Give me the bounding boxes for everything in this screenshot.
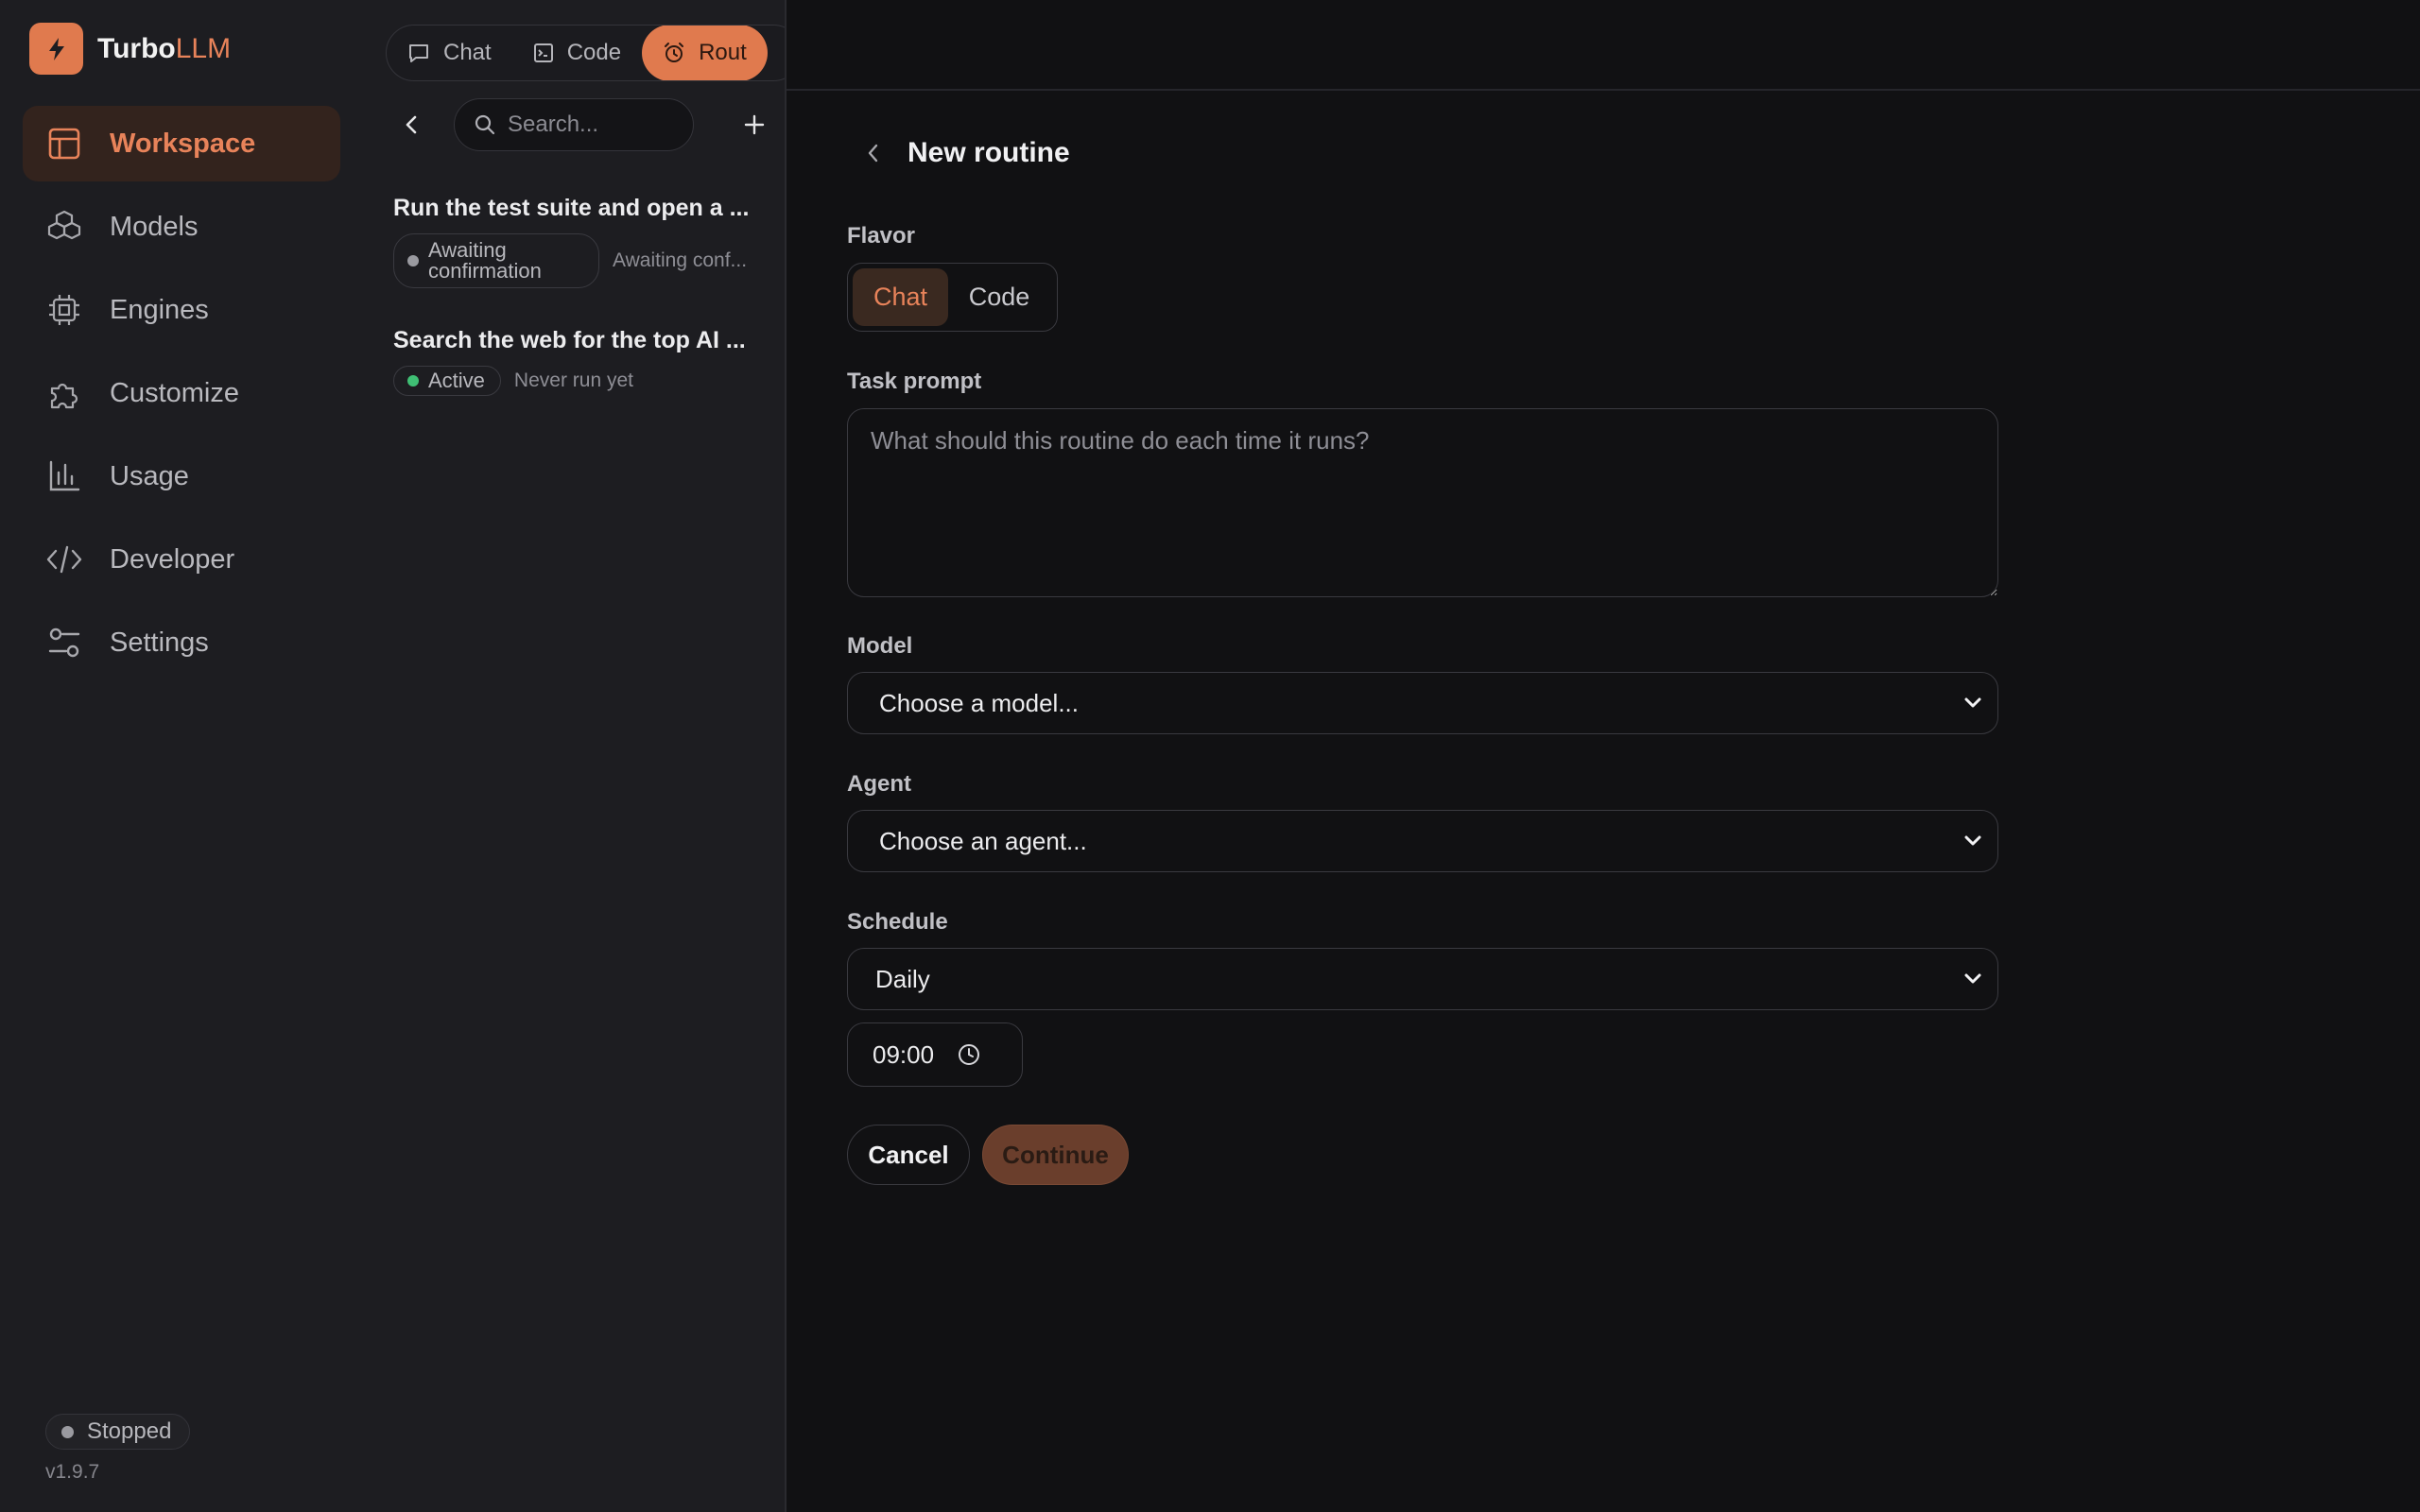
- last-run-text: Awaiting conf...: [613, 249, 748, 271]
- status-text: Awaiting confirmation: [428, 238, 542, 283]
- panel-toolbar: [386, 98, 783, 151]
- flavor-label: Flavor: [847, 223, 916, 249]
- nav-item-engines[interactable]: Engines: [23, 272, 340, 348]
- flavor-option-chat[interactable]: Chat: [853, 268, 948, 326]
- schedule-select-value: Daily: [875, 964, 930, 993]
- nav-label: Models: [110, 211, 199, 242]
- alarm-clock-icon: [663, 42, 685, 64]
- status-dot: [407, 375, 419, 387]
- cubes-icon: [45, 208, 83, 246]
- nav-item-settings[interactable]: Settings: [23, 605, 340, 680]
- schedule-label: Schedule: [847, 909, 948, 935]
- plus-icon: [744, 114, 765, 135]
- sliders-icon: [45, 624, 83, 662]
- app-version: v1.9.7: [45, 1461, 100, 1483]
- tab-label: Rout: [699, 40, 747, 65]
- nav-label: Engines: [110, 294, 209, 325]
- search-input[interactable]: [508, 112, 678, 138]
- schedule-select[interactable]: Daily: [847, 948, 1998, 1010]
- routine-title: Search the web for the top AI ...: [393, 327, 746, 353]
- back-button[interactable]: [856, 136, 890, 170]
- nav-label: Customize: [110, 377, 239, 408]
- cancel-button[interactable]: Cancel: [847, 1125, 970, 1185]
- layout-icon: [45, 125, 83, 163]
- tab-label: Code: [566, 40, 622, 65]
- routine-list-item[interactable]: Search the web for the top AI ... Active…: [393, 327, 771, 396]
- nav-label: Usage: [110, 460, 189, 491]
- add-routine-button[interactable]: [735, 106, 773, 144]
- nav-item-usage[interactable]: Usage: [23, 438, 340, 514]
- nav-item-models[interactable]: Models: [23, 189, 340, 265]
- time-value: 09:00: [873, 1040, 935, 1069]
- nav-item-workspace[interactable]: Workspace: [23, 106, 340, 181]
- search-icon: [475, 114, 495, 135]
- status-dot: [407, 255, 419, 266]
- puzzle-icon: [45, 374, 83, 412]
- chevron-down-icon: [1964, 973, 1981, 984]
- app-window: TurboLLM Workspace Models Engines Custom…: [0, 0, 2420, 1512]
- sidebar: TurboLLM Workspace Models Engines Custom…: [0, 0, 361, 1512]
- routine-meta: Awaiting confirmation Awaiting conf...: [393, 233, 771, 288]
- task-prompt-label: Task prompt: [847, 369, 982, 394]
- form-header: New routine: [847, 136, 1070, 170]
- chevron-down-icon: [1964, 835, 1981, 846]
- agent-select[interactable]: Choose an agent...: [847, 810, 1998, 872]
- chevron-down-icon: [1964, 697, 1981, 708]
- status-badge: Active: [393, 366, 501, 396]
- nav-label: Settings: [110, 627, 209, 658]
- chevron-left-icon: [406, 115, 417, 134]
- logo: TurboLLM: [29, 23, 231, 75]
- chat-bubble-icon: [407, 42, 430, 64]
- tab-code[interactable]: Code: [512, 26, 642, 80]
- nav-label: Developer: [110, 543, 235, 575]
- page-title: New routine: [908, 137, 1070, 168]
- main-nav: Workspace Models Engines Customize Usage…: [23, 106, 340, 688]
- code-icon: [45, 541, 83, 578]
- flavor-option-code[interactable]: Code: [948, 268, 1050, 326]
- status-text: Active: [428, 369, 485, 392]
- task-prompt-textarea[interactable]: [847, 408, 1998, 597]
- model-label: Model: [847, 633, 913, 659]
- status-dot: [61, 1425, 74, 1438]
- nav-item-customize[interactable]: Customize: [23, 355, 340, 431]
- nav-label: Workspace: [110, 128, 256, 159]
- top-bar: [786, 0, 2420, 91]
- brand-primary: Turbo: [97, 32, 176, 64]
- tab-label: Chat: [443, 40, 492, 65]
- bar-chart-icon: [45, 457, 83, 495]
- tab-routines[interactable]: Rout: [642, 26, 768, 80]
- clock-icon[interactable]: [957, 1042, 981, 1067]
- nav-item-developer[interactable]: Developer: [23, 522, 340, 597]
- tab-chat[interactable]: Chat: [387, 26, 512, 80]
- chevron-left-icon: [868, 144, 878, 163]
- cpu-icon: [45, 291, 83, 329]
- brand-name: TurboLLM: [97, 33, 231, 65]
- time-input[interactable]: 09:00: [847, 1022, 1023, 1087]
- last-run-text: Never run yet: [513, 369, 633, 391]
- agent-select-value: Choose an agent...: [879, 826, 1087, 855]
- routine-list-item[interactable]: Run the test suite and open a ... Awaiti…: [393, 195, 771, 288]
- mode-tabs: Chat Code Rout: [386, 25, 785, 81]
- continue-button[interactable]: Continue: [982, 1125, 1129, 1185]
- model-select[interactable]: Choose a model...: [847, 672, 1998, 734]
- brand-accent: LLM: [175, 32, 232, 64]
- routine-meta: Active Never run yet: [393, 366, 771, 396]
- search-box[interactable]: [454, 98, 694, 151]
- routines-panel: Chat Code Rout Search... Run the test su…: [361, 0, 786, 1512]
- model-select-value: Choose a model...: [879, 688, 1080, 717]
- main-content: New routine Flavor Chat Code Task prompt…: [786, 0, 2420, 1512]
- routine-title: Run the test suite and open a ...: [393, 195, 750, 221]
- collapse-panel-button[interactable]: [393, 106, 431, 144]
- engine-status-text: Stopped: [87, 1418, 172, 1444]
- lightning-icon: [29, 23, 83, 75]
- flavor-toggle: Chat Code: [847, 263, 1058, 332]
- agent-label: Agent: [847, 771, 911, 797]
- status-badge: Awaiting confirmation: [393, 233, 599, 288]
- engine-status-badge: Stopped: [45, 1414, 190, 1450]
- terminal-icon: [533, 43, 554, 63]
